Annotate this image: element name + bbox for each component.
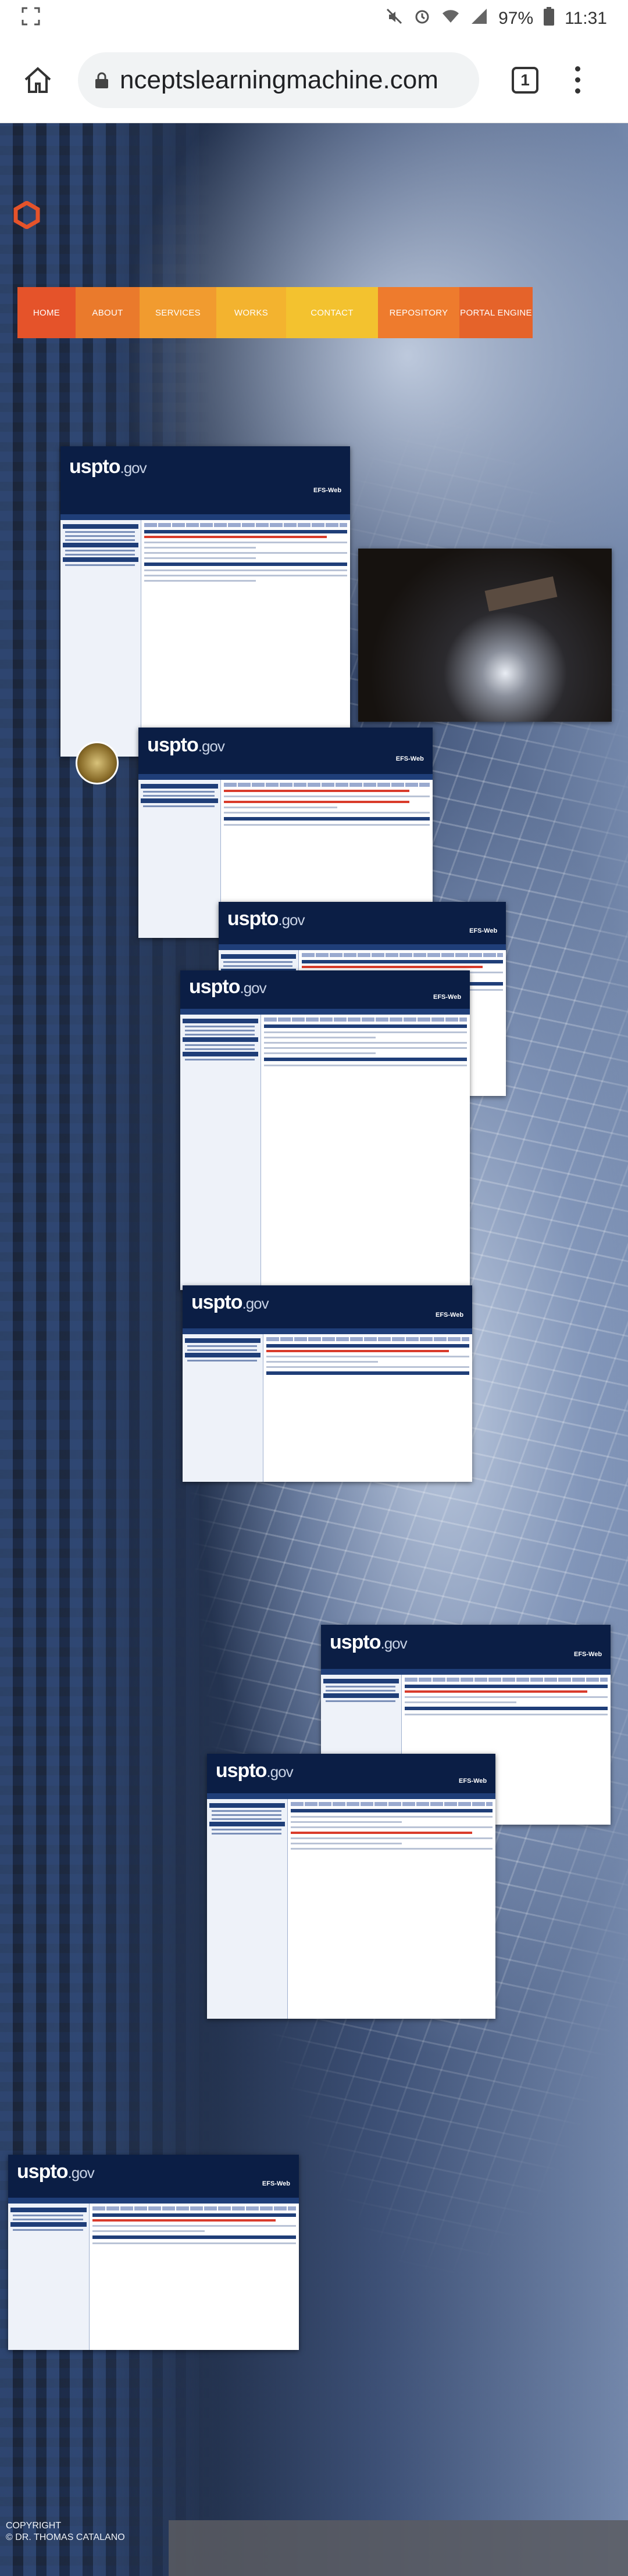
- uspto-logo: uspto.gov: [188, 976, 267, 998]
- uspto-logo: uspto.gov: [69, 456, 147, 478]
- desk-lamp-photo: [358, 549, 612, 722]
- nav-contact[interactable]: CONTACT: [286, 287, 378, 338]
- page-content: HOME ABOUT SERVICES WORKS CONTACT REPOSI…: [0, 123, 628, 2576]
- clock: 11:31: [565, 9, 607, 28]
- nav-about[interactable]: ABOUT: [76, 287, 140, 338]
- efs-web-badge: EFS-Web: [262, 2180, 290, 2188]
- alarm-icon: [413, 8, 431, 30]
- uspto-logo: uspto.gov: [329, 1631, 408, 1653]
- efs-screenshot: uspto.gov EFS-Web: [8, 2155, 299, 2350]
- efs-web-badge: EFS-Web: [395, 755, 424, 762]
- copyright-owner: © DR. THOMAS CATALANO: [6, 2532, 125, 2542]
- efs-web-badge: EFS-Web: [433, 993, 462, 1001]
- uspto-logo: uspto.gov: [191, 1291, 269, 1314]
- efs-web-badge: EFS-Web: [469, 927, 498, 935]
- screenshot-icon: [21, 6, 41, 31]
- main-nav: HOME ABOUT SERVICES WORKS CONTACT REPOSI…: [17, 287, 533, 338]
- copyright-label: COPYRIGHT: [6, 2521, 62, 2531]
- menu-icon[interactable]: [569, 66, 586, 94]
- uspto-logo: uspto.gov: [215, 1759, 294, 1782]
- url-text[interactable]: nceptslearningmachine.com: [120, 66, 438, 95]
- overlay-bar: [169, 2520, 628, 2576]
- address-bar[interactable]: nceptslearningmachine.com: [78, 52, 479, 108]
- home-icon[interactable]: [17, 60, 58, 101]
- nav-portal-engine[interactable]: PORTAL ENGINE: [459, 287, 533, 338]
- nav-home[interactable]: HOME: [17, 287, 76, 338]
- uspto-logo: uspto.gov: [227, 908, 305, 930]
- status-bar: 97% 11:31: [0, 0, 628, 37]
- nav-works[interactable]: WORKS: [216, 287, 286, 338]
- wifi-icon: [441, 8, 460, 30]
- mute-icon: [386, 8, 403, 30]
- browser-toolbar: nceptslearningmachine.com 1: [0, 37, 628, 123]
- lock-icon: [95, 72, 108, 88]
- nav-repository[interactable]: REPOSITORY: [378, 287, 459, 338]
- battery-icon: [544, 7, 555, 30]
- efs-screenshot: uspto.gov EFS-Web: [207, 1754, 495, 2019]
- uspto-logo: uspto.gov: [147, 734, 225, 757]
- efs-web-badge: EFS-Web: [313, 487, 342, 495]
- efs-screenshot: uspto.gov EFS-Web: [183, 1285, 472, 1482]
- nav-services[interactable]: SERVICES: [140, 287, 216, 338]
- site-logo-icon[interactable]: [13, 201, 41, 229]
- efs-web-badge: EFS-Web: [573, 1651, 602, 1658]
- tabs-icon[interactable]: 1: [512, 66, 538, 94]
- copyright-text: COPYRIGHT © DR. THOMAS CATALANO: [6, 2520, 125, 2543]
- uspto-seal-icon: [76, 741, 119, 784]
- efs-screenshot: uspto.gov EFS-Web: [60, 446, 350, 757]
- efs-web-badge: EFS-Web: [459, 1778, 487, 1785]
- signal-icon: [470, 8, 488, 30]
- uspto-logo: uspto.gov: [17, 2161, 95, 2183]
- battery-percentage: 97%: [498, 9, 534, 28]
- efs-web-badge: EFS-Web: [435, 1311, 464, 1319]
- efs-screenshot: uspto.gov EFS-Web: [180, 970, 470, 1290]
